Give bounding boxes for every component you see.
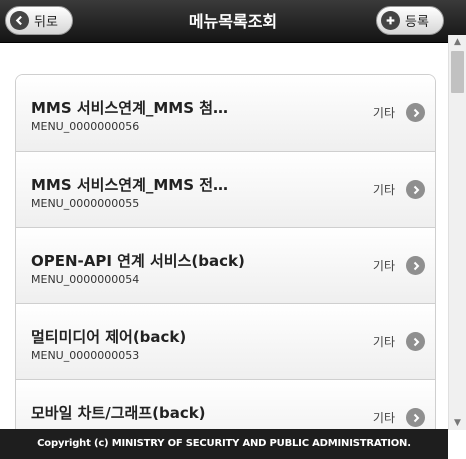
vertical-scrollbar[interactable]: ▲ ▼ — [448, 35, 466, 430]
arrow-left-icon — [10, 11, 29, 30]
add-button[interactable]: 등록 — [376, 6, 444, 35]
plus-icon — [381, 11, 400, 30]
list-item[interactable]: MMS 서비스연계_MMS 전… MENU_0000000055 기타 — [16, 151, 435, 227]
back-button-label: 뒤로 — [34, 15, 58, 30]
back-button[interactable]: 뒤로 — [5, 6, 73, 35]
item-category: 기타 — [372, 106, 395, 120]
item-code: MENU_0000000055 — [31, 197, 140, 210]
list-item[interactable]: OPEN-API 연계 서비스(back) MENU_0000000054 기타 — [16, 227, 435, 303]
item-title: OPEN-API 연계 서비스(back) — [31, 252, 245, 270]
item-category: 기타 — [372, 183, 395, 197]
list-item[interactable]: 모바일 차트/그래프(back) 기타 — [16, 379, 435, 429]
item-category: 기타 — [372, 335, 395, 349]
content-area: MMS 서비스연계_MMS 첨… MENU_0000000056 기타 MMS … — [0, 43, 448, 429]
item-code: MENU_0000000056 — [31, 120, 140, 133]
chevron-right-icon — [406, 180, 425, 199]
header-bar: 메뉴목록조회 뒤로 등록 — [0, 0, 466, 43]
chevron-right-icon — [406, 408, 425, 427]
item-category: 기타 — [372, 411, 395, 425]
item-code: MENU_0000000053 — [31, 349, 140, 362]
chevron-right-icon — [406, 332, 425, 351]
chevron-right-icon — [406, 256, 425, 275]
item-code: MENU_0000000054 — [31, 273, 140, 286]
item-category: 기타 — [372, 259, 395, 273]
add-button-label: 등록 — [405, 15, 429, 30]
chevron-right-icon — [406, 103, 425, 122]
scroll-down-arrow-icon[interactable]: ▼ — [449, 416, 466, 430]
menu-list: MMS 서비스연계_MMS 첨… MENU_0000000056 기타 MMS … — [15, 74, 436, 429]
footer-copyright: Copyright (c) MINISTRY OF SECURITY AND P… — [0, 429, 448, 459]
item-title: 모바일 차트/그래프(back) — [31, 404, 206, 422]
item-title: MMS 서비스연계_MMS 첨… — [31, 99, 229, 117]
scroll-up-arrow-icon[interactable]: ▲ — [449, 35, 466, 49]
item-title: 멀티미디어 제어(back) — [31, 328, 187, 346]
list-item[interactable]: 멀티미디어 제어(back) MENU_0000000053 기타 — [16, 303, 435, 379]
scrollbar-thumb[interactable] — [451, 51, 464, 93]
list-item[interactable]: MMS 서비스연계_MMS 첨… MENU_0000000056 기타 — [16, 75, 435, 151]
item-title: MMS 서비스연계_MMS 전… — [31, 176, 229, 194]
